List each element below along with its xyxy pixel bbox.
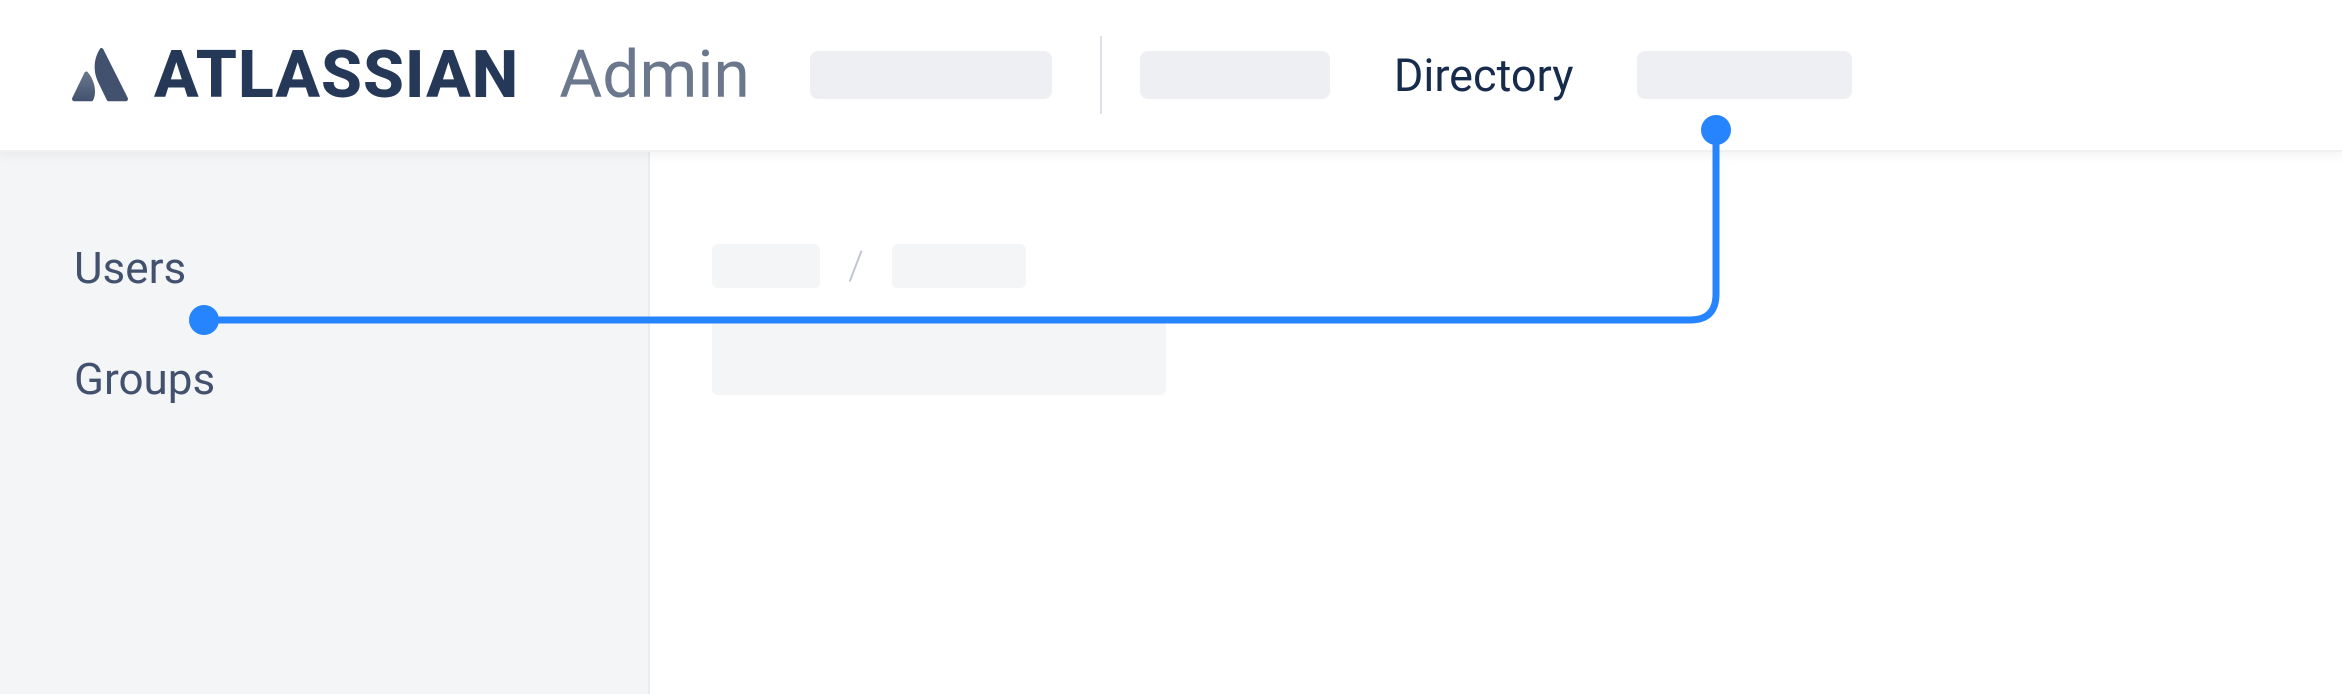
nav-placeholder-3[interactable] — [1637, 51, 1852, 99]
nav-placeholder-2[interactable] — [1140, 51, 1330, 99]
page-title-placeholder — [712, 317, 1166, 395]
brand-name: ATLASSIAN — [154, 37, 519, 114]
sidebar-item-users[interactable]: Users — [74, 242, 648, 295]
main-content: / — [650, 152, 2342, 694]
sidebar-item-groups[interactable]: Groups — [74, 353, 648, 406]
brand-block: ATLASSIAN Admin — [70, 37, 750, 114]
sidebar: Users Groups — [0, 152, 650, 694]
nav-link-directory[interactable]: Directory — [1394, 49, 1574, 102]
breadcrumb-placeholder-1[interactable] — [712, 244, 820, 288]
breadcrumb: / — [712, 242, 2342, 289]
top-nav-links: Directory — [810, 36, 1853, 114]
nav-placeholder-1[interactable] — [810, 51, 1052, 99]
brand-sub: Admin — [559, 37, 750, 114]
atlassian-logo-icon — [70, 45, 130, 105]
nav-divider — [1100, 36, 1102, 114]
breadcrumb-separator: / — [848, 242, 864, 289]
top-navigation-bar: ATLASSIAN Admin Directory — [0, 0, 2342, 152]
breadcrumb-placeholder-2[interactable] — [892, 244, 1026, 288]
